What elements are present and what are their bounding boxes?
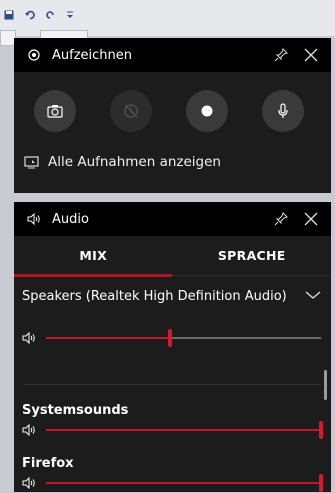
audio-widget-title: Audio xyxy=(52,211,89,227)
recording-widget: Aufzeichnen Alle Aufnahmen anzeigen xyxy=(14,38,331,193)
show-all-captures-label: Alle Aufnahmen anzeigen xyxy=(48,154,221,170)
slider-thumb[interactable] xyxy=(319,474,323,492)
camera-icon xyxy=(47,105,63,118)
systemsounds-volume-slider[interactable] xyxy=(46,421,323,439)
app-volume-row xyxy=(14,471,331,492)
record-icon xyxy=(201,105,213,117)
record-last-30s-button[interactable] xyxy=(110,90,152,132)
device-volume-slider[interactable] xyxy=(46,329,321,347)
slider-fill xyxy=(46,482,321,484)
divider xyxy=(24,384,321,385)
app-volume-row xyxy=(14,418,331,442)
app-name-systemsounds: Systemsounds xyxy=(22,403,129,418)
start-recording-button[interactable] xyxy=(186,90,228,132)
audio-widget: Audio MIX SPRACHE Speakers (Realtek High… xyxy=(14,202,331,492)
audio-tabs: MIX SPRACHE xyxy=(14,236,331,274)
capture-button-row xyxy=(14,72,331,132)
redo-icon[interactable] xyxy=(46,10,56,23)
slider-thumb[interactable] xyxy=(167,329,172,347)
undo-icon[interactable] xyxy=(24,10,36,23)
tab-mix[interactable]: MIX xyxy=(14,248,173,263)
quick-access-toolbar xyxy=(4,10,74,23)
audio-widget-header: Audio xyxy=(14,202,331,236)
close-icon[interactable] xyxy=(301,212,321,226)
gallery-icon xyxy=(24,156,39,169)
recording-widget-header: Aufzeichnen xyxy=(14,38,331,72)
volume-icon[interactable] xyxy=(22,421,38,440)
recording-widget-title: Aufzeichnen xyxy=(52,47,133,63)
volume-icon[interactable] xyxy=(22,329,38,348)
firefox-volume-slider[interactable] xyxy=(46,474,323,492)
speaker-icon xyxy=(24,213,44,225)
slider-thumb[interactable] xyxy=(319,421,323,439)
close-icon[interactable] xyxy=(301,48,321,62)
pin-icon[interactable] xyxy=(271,212,291,226)
slider-fill xyxy=(46,429,321,431)
scrollbar[interactable] xyxy=(324,370,327,400)
chevron-down-icon xyxy=(305,289,321,304)
record-last-disabled-icon xyxy=(124,104,138,118)
device-volume-row xyxy=(14,326,331,350)
show-all-captures-link[interactable]: Alle Aufnahmen anzeigen xyxy=(14,132,331,170)
tab-underline xyxy=(14,274,331,277)
volume-icon[interactable] xyxy=(22,474,38,493)
customize-toolbar-icon[interactable] xyxy=(66,10,74,23)
microphone-toggle-button[interactable] xyxy=(262,90,304,132)
output-device-name: Speakers (Realtek High Definition Audio) xyxy=(22,289,287,304)
active-tab-indicator xyxy=(14,274,172,277)
record-widget-icon xyxy=(24,49,44,61)
save-icon[interactable] xyxy=(4,10,14,23)
output-device-selector[interactable]: Speakers (Realtek High Definition Audio) xyxy=(14,277,331,304)
app-name-firefox: Firefox xyxy=(22,456,74,471)
pin-icon[interactable] xyxy=(271,48,291,62)
slider-fill xyxy=(46,337,170,339)
screenshot-button[interactable] xyxy=(34,90,76,132)
tab-voice[interactable]: SPRACHE xyxy=(173,248,332,263)
microphone-icon xyxy=(278,103,288,118)
